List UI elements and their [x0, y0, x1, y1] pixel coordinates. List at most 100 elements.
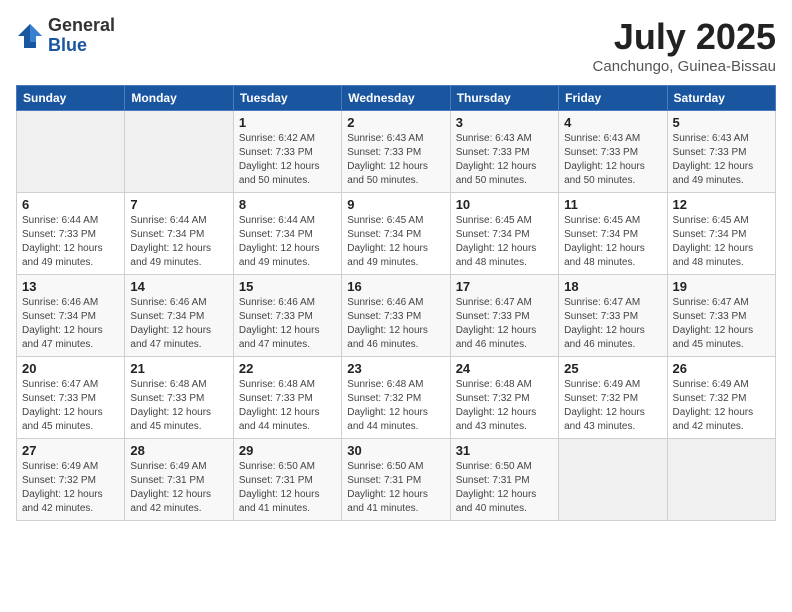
day-number: 31	[456, 443, 553, 458]
day-info: Sunrise: 6:47 AMSunset: 7:33 PMDaylight:…	[456, 296, 553, 352]
calendar-cell: 3Sunrise: 6:43 AMSunset: 7:33 PMDaylight…	[450, 111, 558, 193]
day-info: Sunrise: 6:45 AMSunset: 7:34 PMDaylight:…	[564, 214, 661, 270]
day-info: Sunrise: 6:50 AMSunset: 7:31 PMDaylight:…	[239, 460, 336, 516]
day-number: 22	[239, 361, 336, 376]
day-number: 30	[347, 443, 444, 458]
day-number: 27	[22, 443, 119, 458]
day-info: Sunrise: 6:48 AMSunset: 7:33 PMDaylight:…	[130, 378, 227, 434]
day-info: Sunrise: 6:47 AMSunset: 7:33 PMDaylight:…	[22, 378, 119, 434]
day-number: 15	[239, 279, 336, 294]
calendar-cell	[17, 111, 125, 193]
day-number: 24	[456, 361, 553, 376]
day-number: 4	[564, 115, 661, 130]
day-number: 25	[564, 361, 661, 376]
location-title: Canchungo, Guinea-Bissau	[593, 58, 776, 75]
calendar-cell: 13 Sunrise: 6:46 AMSunset: 7:34 PMDayligh…	[17, 275, 125, 357]
calendar-cell: 8Sunrise: 6:44 AMSunset: 7:34 PMDaylight…	[233, 193, 341, 275]
day-info: Sunrise: 6:44 AMSunset: 7:34 PMDaylight:…	[239, 214, 336, 270]
day-number: 5	[673, 115, 770, 130]
calendar-cell: 2Sunrise: 6:43 AMSunset: 7:33 PMDaylight…	[342, 111, 450, 193]
weekday-header: Thursday	[450, 86, 558, 111]
day-info: Sunrise: 6:46 AMSunset: 7:34 PMDaylight:…	[130, 296, 227, 352]
calendar-cell	[559, 439, 667, 521]
calendar-cell: 12Sunrise: 6:45 AMSunset: 7:34 PMDayligh…	[667, 193, 775, 275]
logo-blue: Blue	[48, 36, 115, 56]
day-number: 19	[673, 279, 770, 294]
calendar-cell: 26 Sunrise: 6:49 AMSunset: 7:32 PMDayligh…	[667, 357, 775, 439]
calendar-week-row: 6Sunrise: 6:44 AMSunset: 7:33 PMDaylight…	[17, 193, 776, 275]
calendar-cell: 17 Sunrise: 6:47 AMSunset: 7:33 PMDayligh…	[450, 275, 558, 357]
day-number: 13	[22, 279, 119, 294]
day-number: 9	[347, 197, 444, 212]
calendar-cell: 29 Sunrise: 6:50 AMSunset: 7:31 PMDayligh…	[233, 439, 341, 521]
calendar-week-row: 13 Sunrise: 6:46 AMSunset: 7:34 PMDayligh…	[17, 275, 776, 357]
calendar-cell: 25Sunrise: 6:49 AMSunset: 7:32 PMDayligh…	[559, 357, 667, 439]
day-info: Sunrise: 6:47 AMSunset: 7:33 PMDaylight:…	[564, 296, 661, 352]
weekday-header: Friday	[559, 86, 667, 111]
day-number: 20	[22, 361, 119, 376]
calendar-cell: 30 Sunrise: 6:50 AMSunset: 7:31 PMDayligh…	[342, 439, 450, 521]
calendar-cell: 28 Sunrise: 6:49 AMSunset: 7:31 PMDayligh…	[125, 439, 233, 521]
calendar-cell: 6Sunrise: 6:44 AMSunset: 7:33 PMDaylight…	[17, 193, 125, 275]
calendar-cell: 14Sunrise: 6:46 AMSunset: 7:34 PMDayligh…	[125, 275, 233, 357]
day-info: Sunrise: 6:49 AMSunset: 7:31 PMDaylight:…	[130, 460, 227, 516]
calendar-cell: 9 Sunrise: 6:45 AMSunset: 7:34 PMDaylight…	[342, 193, 450, 275]
day-number: 29	[239, 443, 336, 458]
day-info: Sunrise: 6:46 AMSunset: 7:33 PMDaylight:…	[239, 296, 336, 352]
day-number: 28	[130, 443, 227, 458]
day-info: Sunrise: 6:43 AMSunset: 7:33 PMDaylight:…	[564, 132, 661, 188]
calendar-cell	[125, 111, 233, 193]
calendar-week-row: 1Sunrise: 6:42 AMSunset: 7:33 PMDaylight…	[17, 111, 776, 193]
month-title: July 2025	[593, 16, 776, 58]
day-number: 23	[347, 361, 444, 376]
day-info: Sunrise: 6:43 AMSunset: 7:33 PMDaylight:…	[673, 132, 770, 188]
weekday-header: Saturday	[667, 86, 775, 111]
day-info: Sunrise: 6:44 AMSunset: 7:34 PMDaylight:…	[130, 214, 227, 270]
calendar-table: SundayMondayTuesdayWednesdayThursdayFrid…	[16, 85, 776, 521]
calendar-cell: 27 Sunrise: 6:49 AMSunset: 7:32 PMDayligh…	[17, 439, 125, 521]
day-info: Sunrise: 6:43 AMSunset: 7:33 PMDaylight:…	[347, 132, 444, 188]
day-info: Sunrise: 6:50 AMSunset: 7:31 PMDaylight:…	[347, 460, 444, 516]
logo: General Blue	[16, 16, 115, 56]
day-info: Sunrise: 6:48 AMSunset: 7:33 PMDaylight:…	[239, 378, 336, 434]
day-info: Sunrise: 6:48 AMSunset: 7:32 PMDaylight:…	[347, 378, 444, 434]
calendar-week-row: 20 Sunrise: 6:47 AMSunset: 7:33 PMDayligh…	[17, 357, 776, 439]
day-info: Sunrise: 6:45 AMSunset: 7:34 PMDaylight:…	[673, 214, 770, 270]
calendar-cell: 19 Sunrise: 6:47 AMSunset: 7:33 PMDayligh…	[667, 275, 775, 357]
logo-text: General Blue	[48, 16, 115, 56]
calendar-cell: 18Sunrise: 6:47 AMSunset: 7:33 PMDayligh…	[559, 275, 667, 357]
day-number: 26	[673, 361, 770, 376]
calendar-header-row: SundayMondayTuesdayWednesdayThursdayFrid…	[17, 86, 776, 111]
calendar-cell: 31Sunrise: 6:50 AMSunset: 7:31 PMDayligh…	[450, 439, 558, 521]
calendar-cell: 7 Sunrise: 6:44 AMSunset: 7:34 PMDaylight…	[125, 193, 233, 275]
day-number: 21	[130, 361, 227, 376]
calendar-cell: 10 Sunrise: 6:45 AMSunset: 7:34 PMDayligh…	[450, 193, 558, 275]
weekday-header: Wednesday	[342, 86, 450, 111]
calendar-cell: 21 Sunrise: 6:48 AMSunset: 7:33 PMDayligh…	[125, 357, 233, 439]
day-info: Sunrise: 6:49 AMSunset: 7:32 PMDaylight:…	[673, 378, 770, 434]
calendar-cell: 24 Sunrise: 6:48 AMSunset: 7:32 PMDayligh…	[450, 357, 558, 439]
day-info: Sunrise: 6:46 AMSunset: 7:33 PMDaylight:…	[347, 296, 444, 352]
calendar-cell: 16 Sunrise: 6:46 AMSunset: 7:33 PMDayligh…	[342, 275, 450, 357]
day-info: Sunrise: 6:47 AMSunset: 7:33 PMDaylight:…	[673, 296, 770, 352]
day-info: Sunrise: 6:43 AMSunset: 7:33 PMDaylight:…	[456, 132, 553, 188]
weekday-header: Tuesday	[233, 86, 341, 111]
day-info: Sunrise: 6:45 AMSunset: 7:34 PMDaylight:…	[456, 214, 553, 270]
calendar-cell: 1Sunrise: 6:42 AMSunset: 7:33 PMDaylight…	[233, 111, 341, 193]
day-number: 16	[347, 279, 444, 294]
title-section: July 2025 Canchungo, Guinea-Bissau	[593, 16, 776, 75]
day-info: Sunrise: 6:42 AMSunset: 7:33 PMDaylight:…	[239, 132, 336, 188]
day-info: Sunrise: 6:46 AMSunset: 7:34 PMDaylight:…	[22, 296, 119, 352]
calendar-cell: 20 Sunrise: 6:47 AMSunset: 7:33 PMDayligh…	[17, 357, 125, 439]
calendar-cell: 4 Sunrise: 6:43 AMSunset: 7:33 PMDaylight…	[559, 111, 667, 193]
day-info: Sunrise: 6:45 AMSunset: 7:34 PMDaylight:…	[347, 214, 444, 270]
day-number: 11	[564, 197, 661, 212]
day-info: Sunrise: 6:48 AMSunset: 7:32 PMDaylight:…	[456, 378, 553, 434]
weekday-header: Monday	[125, 86, 233, 111]
day-number: 7	[130, 197, 227, 212]
day-number: 17	[456, 279, 553, 294]
calendar-cell: 23 Sunrise: 6:48 AMSunset: 7:32 PMDayligh…	[342, 357, 450, 439]
day-number: 10	[456, 197, 553, 212]
calendar-cell: 22 Sunrise: 6:48 AMSunset: 7:33 PMDayligh…	[233, 357, 341, 439]
day-info: Sunrise: 6:49 AMSunset: 7:32 PMDaylight:…	[22, 460, 119, 516]
